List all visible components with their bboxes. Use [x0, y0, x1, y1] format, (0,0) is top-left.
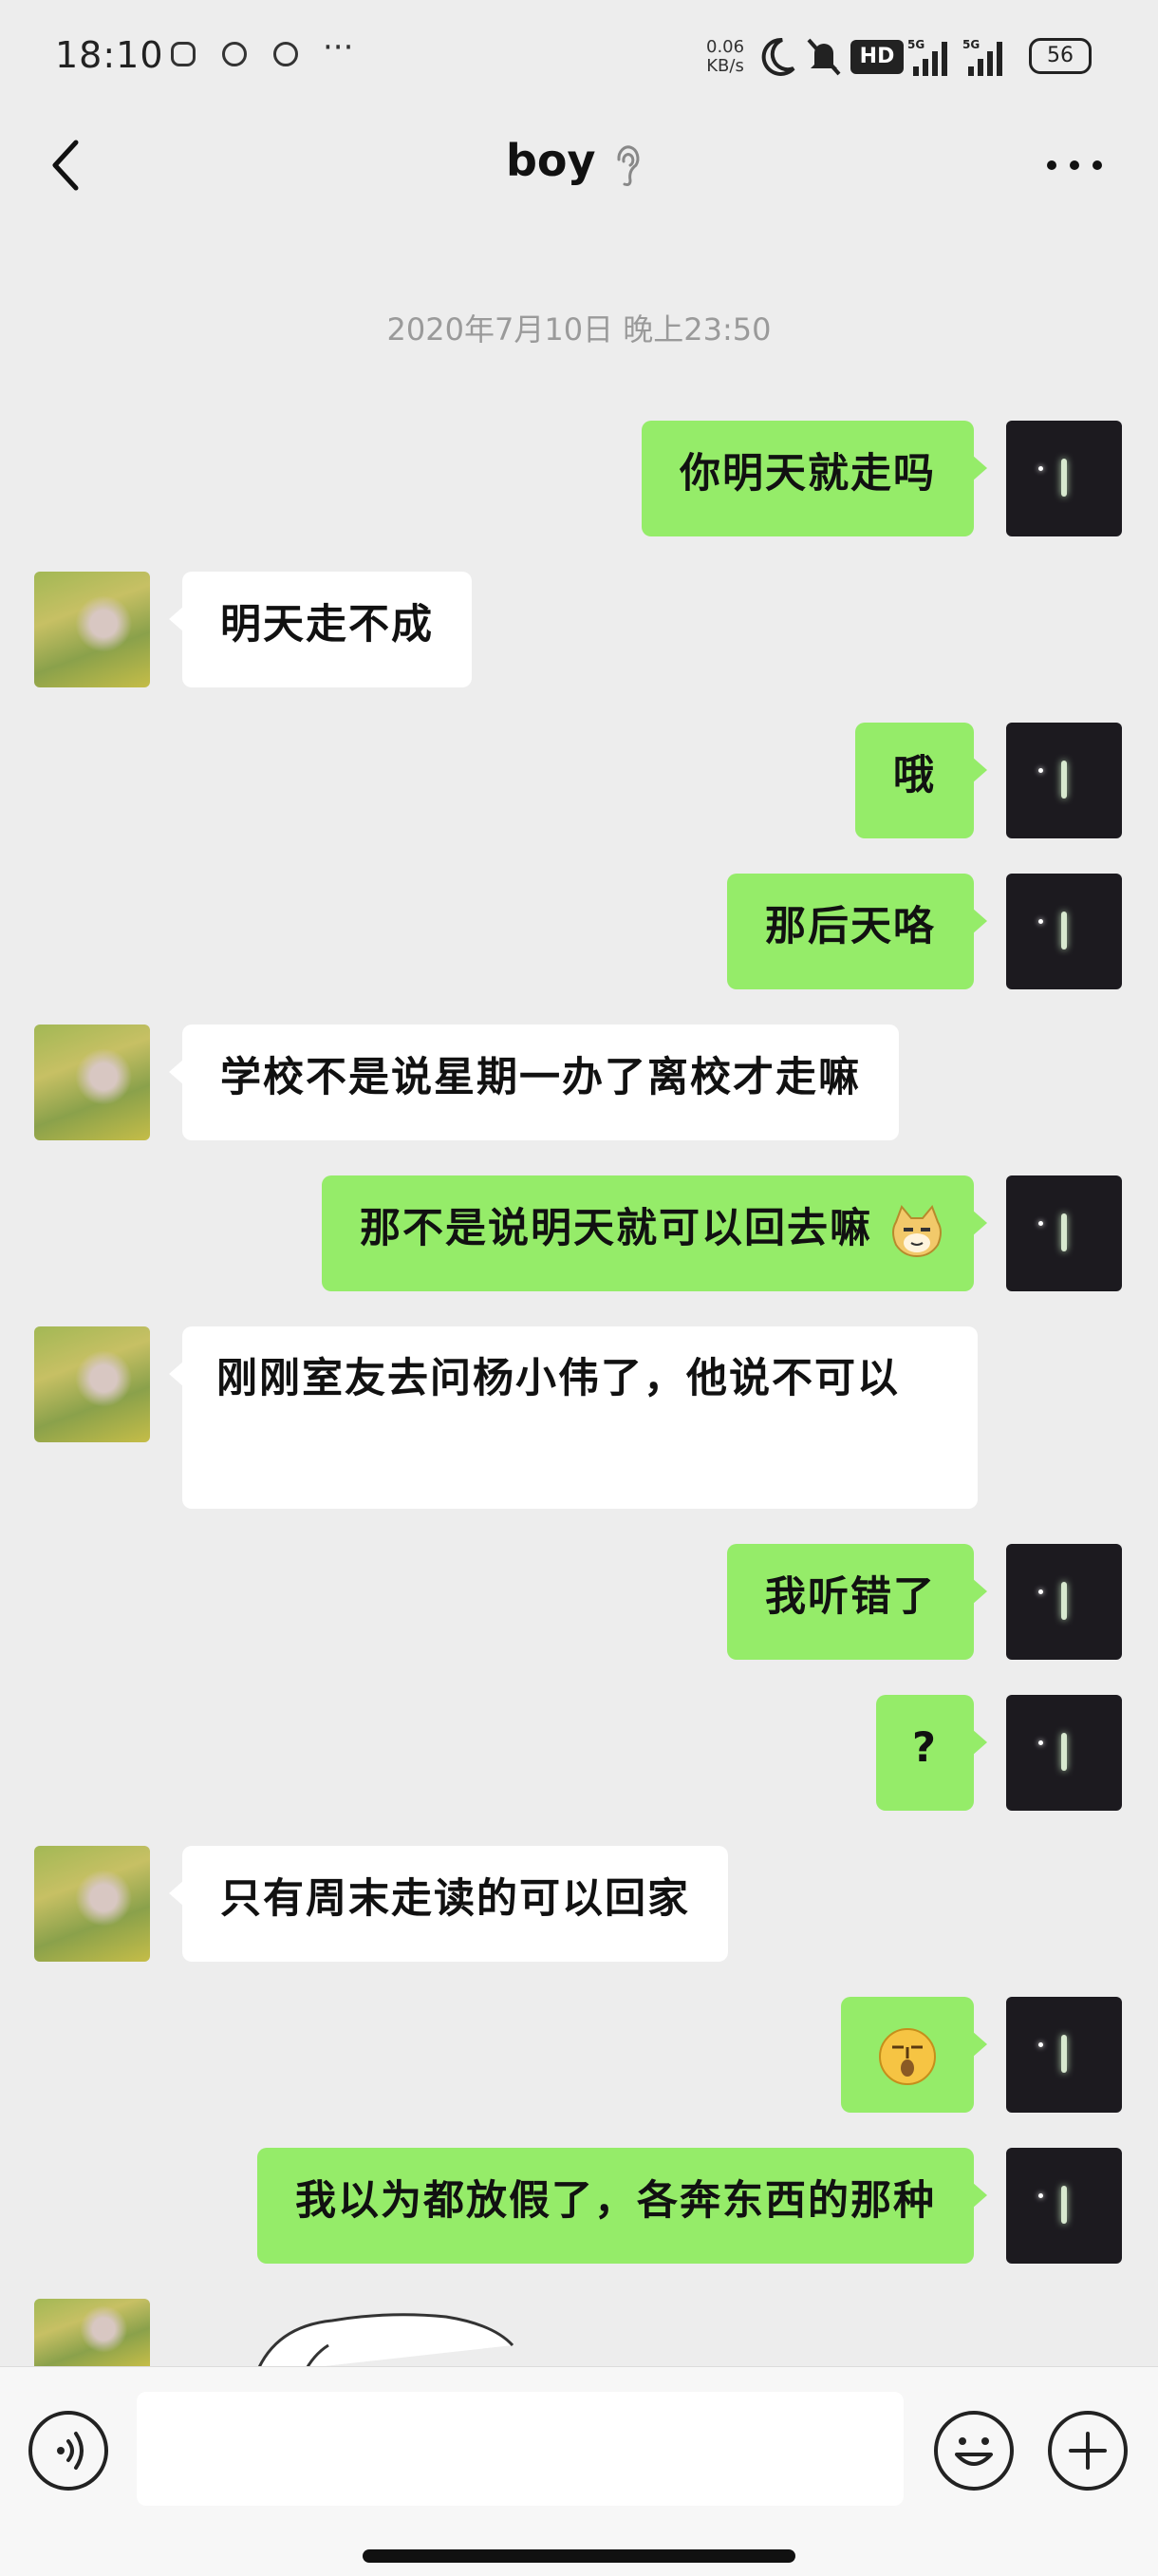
plus-icon — [1069, 2432, 1107, 2470]
message-bubble-sent[interactable]: 哦 — [855, 723, 987, 838]
message-bubble-received[interactable]: 明天走不成 — [169, 572, 472, 687]
message-bubble-received[interactable]: 只有周末走读的可以回家 — [169, 1846, 728, 1962]
mute-bell-icon — [807, 38, 841, 76]
more-actions-button[interactable] — [1048, 2411, 1128, 2491]
message-bubble-received[interactable]: 学校不是说星期一办了离校才走嘛 — [169, 1025, 899, 1140]
status-bar: 18:10 ··· 0.06 KB/s HD 5G 5G 56 — [0, 0, 1158, 114]
moon-icon — [761, 37, 795, 76]
doge-emoji-icon — [892, 1204, 942, 1257]
signal-icon — [913, 42, 947, 76]
notification-app-icon — [171, 42, 196, 66]
hd-badge: HD — [850, 40, 904, 74]
network-speed: 0.06 KB/s — [706, 38, 744, 76]
sticker-preview[interactable] — [237, 2307, 541, 2374]
home-indicator[interactable] — [363, 2549, 795, 2563]
notification-app-icon — [273, 42, 298, 66]
chat-header: boy — [0, 114, 1158, 237]
message-bubble-sent[interactable]: 你明天就走吗 — [642, 421, 987, 536]
message-bubble-sent[interactable]: 我以为都放假了，各奔东西的那种 — [257, 2148, 987, 2264]
my-avatar[interactable] — [1006, 1695, 1122, 1811]
message-text: 那不是说明天就可以回去嘛 — [360, 1205, 873, 1252]
emoji-button[interactable] — [934, 2411, 1014, 2491]
contact-avatar[interactable] — [34, 572, 150, 687]
my-avatar[interactable] — [1006, 874, 1122, 989]
contact-avatar[interactable] — [34, 1326, 150, 1442]
my-avatar[interactable] — [1006, 1544, 1122, 1660]
message-bubble-sent[interactable] — [841, 1997, 987, 2113]
speechless-emoji-icon — [879, 2027, 936, 2085]
battery-indicator: 56 — [1029, 38, 1092, 74]
my-avatar[interactable] — [1006, 421, 1122, 536]
back-icon[interactable] — [44, 137, 91, 194]
signal-icon — [968, 42, 1002, 76]
more-notifications-icon: ··· — [323, 28, 354, 66]
message-input[interactable] — [137, 2392, 904, 2506]
contact-avatar[interactable] — [34, 1025, 150, 1140]
message-bubble-sent[interactable]: 那不是说明天就可以回去嘛 — [322, 1175, 987, 1291]
voice-input-button[interactable] — [28, 2411, 108, 2491]
message-input-bar — [0, 2366, 1158, 2576]
my-avatar[interactable] — [1006, 1997, 1122, 2113]
my-avatar[interactable] — [1006, 723, 1122, 838]
network-speed-unit: KB/s — [706, 56, 744, 76]
my-avatar[interactable] — [1006, 2148, 1122, 2264]
my-avatar[interactable] — [1006, 1175, 1122, 1291]
message-bubble-sent[interactable]: 那后天咯 — [727, 874, 987, 989]
status-time: 18:10 — [55, 34, 164, 76]
message-bubble-sent[interactable]: 我听错了 — [727, 1544, 987, 1660]
smiley-icon — [955, 2437, 993, 2466]
message-bubble-sent[interactable]: ? — [876, 1695, 987, 1811]
contact-avatar[interactable] — [34, 1846, 150, 1962]
more-icon[interactable] — [1044, 158, 1105, 173]
voice-icon — [57, 2432, 84, 2470]
chat-title: boy — [506, 135, 596, 186]
ear-icon — [617, 145, 640, 186]
contact-avatar[interactable] — [34, 2299, 150, 2366]
message-bubble-received[interactable]: 刚刚室友去问杨小伟了，他说不可以 — [169, 1326, 978, 1509]
notification-app-icon — [222, 42, 247, 66]
network-speed-value: 0.06 — [706, 37, 745, 57]
message-timestamp: 2020年7月10日 晚上23:50 — [386, 311, 772, 348]
